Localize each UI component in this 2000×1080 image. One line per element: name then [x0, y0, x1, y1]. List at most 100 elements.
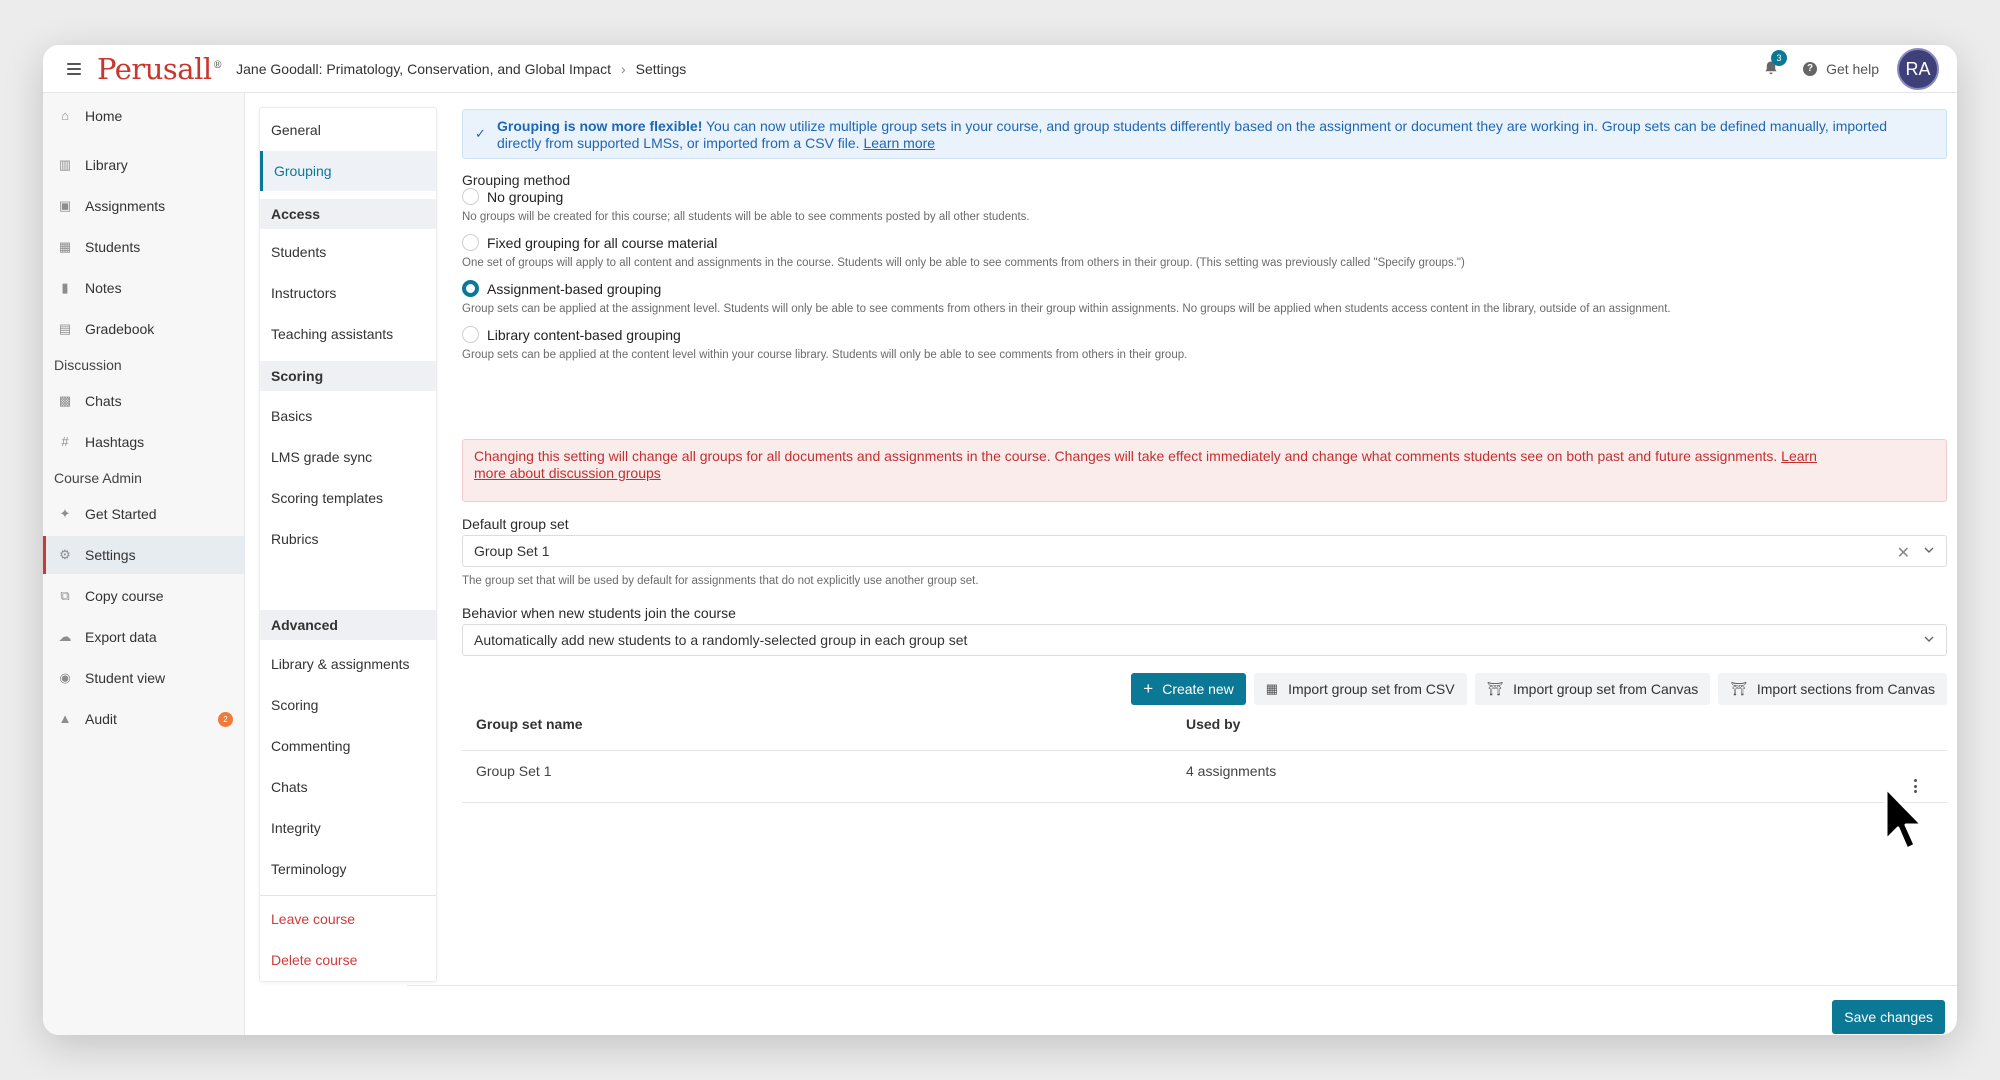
sidebar-item-label: Notes: [85, 280, 122, 296]
mouse-cursor-icon: [1884, 786, 1924, 851]
app-window: Perusall® Jane Goodall: Primatology, Con…: [43, 45, 1957, 1035]
radio-label: Assignment-based grouping: [487, 280, 662, 297]
section-discussion: Discussion: [54, 357, 122, 373]
clear-icon[interactable]: ✕: [1897, 543, 1910, 563]
option-description: Group sets can be applied at the content…: [462, 349, 1188, 361]
footer-divider: [407, 985, 1957, 986]
tab-students[interactable]: Students: [260, 232, 436, 272]
plus-icon: +: [1143, 679, 1154, 698]
top-header: Perusall® Jane Goodall: Primatology, Con…: [43, 45, 1957, 93]
tab-rubrics[interactable]: Rubrics: [260, 519, 436, 559]
tab-teaching-assistants[interactable]: Teaching assistants: [260, 314, 436, 354]
notification-count-badge: 3: [1771, 50, 1788, 66]
tab-chats[interactable]: Chats: [260, 767, 436, 807]
banner-learn-more-link[interactable]: Learn more: [863, 135, 935, 151]
sidebar-item-audit[interactable]: ▲ Audit 2: [43, 700, 245, 738]
sidebar-item-label: Gradebook: [85, 321, 155, 337]
library-icon: ▥: [58, 157, 72, 172]
tab-lms-grade-sync[interactable]: LMS grade sync: [260, 437, 436, 477]
sidebar-item-notes[interactable]: ▮ Notes: [43, 269, 245, 307]
import-canvas-button[interactable]: ⛩ Import group set from Canvas: [1474, 673, 1711, 705]
chevron-down-icon[interactable]: [1924, 545, 1934, 555]
radio-circle[interactable]: [462, 188, 479, 205]
radio-no-grouping[interactable]: No grouping: [462, 188, 563, 205]
group-set-actions: + Create new ▦ Import group set from CSV ⛩…: [1131, 673, 1947, 705]
radio-assignment-based-grouping[interactable]: Assignment-based grouping: [462, 280, 661, 297]
sidebar-item-student-view[interactable]: ◉ Student view: [43, 659, 245, 697]
radio-fixed-grouping[interactable]: Fixed grouping for all course material: [462, 234, 717, 251]
sidebar-item-label: Students: [85, 239, 141, 255]
perusall-logo[interactable]: Perusall®: [97, 52, 223, 86]
submenu-divider: [260, 895, 436, 896]
option-description: Group sets can be applied at the assignm…: [462, 303, 1671, 315]
sidebar-item-label: Get Started: [85, 506, 157, 522]
calendar-icon: ▣: [58, 198, 72, 213]
button-label: Import group set from Canvas: [1513, 681, 1699, 697]
section-course-admin: Course Admin: [54, 470, 142, 486]
import-sections-button[interactable]: ⛩ Import sections from Canvas: [1718, 673, 1947, 705]
sidebar-item-home[interactable]: ⌂ Home: [43, 97, 245, 135]
column-header-used-by[interactable]: Used by: [1186, 716, 1240, 732]
sidebar-item-chats[interactable]: ▩ Chats: [43, 382, 245, 420]
sidebar-item-label: Student view: [85, 670, 166, 686]
cloud-icon: ☁: [58, 629, 72, 644]
submenu-section-scoring: Scoring: [260, 361, 436, 391]
tab-library-assignments[interactable]: Library & assignments: [260, 644, 436, 684]
behavior-select[interactable]: Automatically add new students to a rand…: [462, 624, 1947, 656]
tab-integrity[interactable]: Integrity: [260, 808, 436, 848]
warning-icon: ▲: [58, 711, 72, 726]
radio-library-content-grouping[interactable]: Library content-based grouping: [462, 326, 681, 343]
radio-circle-selected[interactable]: [462, 280, 479, 297]
tab-scoring-templates[interactable]: Scoring templates: [260, 478, 436, 518]
tab-grouping[interactable]: Grouping: [260, 151, 436, 191]
tab-instructors[interactable]: Instructors: [260, 273, 436, 313]
settings-submenu: General Grouping Access Students Instruc…: [259, 107, 437, 982]
sidebar-item-settings[interactable]: ⚙ Settings: [43, 536, 245, 574]
banner-title: Grouping is now more flexible!: [497, 118, 703, 134]
column-header-name[interactable]: Group set name: [476, 716, 583, 732]
warning-learn-link[interactable]: Learn: [1781, 448, 1817, 464]
table-cell-name[interactable]: Group Set 1: [476, 763, 552, 779]
tab-commenting[interactable]: Commenting: [260, 726, 436, 766]
radio-label: Fixed grouping for all course material: [487, 234, 718, 251]
info-banner: ✓ Grouping is now more flexible! You can…: [462, 109, 1947, 159]
gear-icon: ⚙: [59, 547, 71, 562]
chevron-down-icon[interactable]: [1924, 634, 1934, 644]
sidebar-item-copy-course[interactable]: ⧉ Copy course: [43, 577, 245, 615]
sidebar-item-label: Settings: [85, 547, 136, 563]
warning-text: Changing this setting will change all gr…: [474, 448, 1782, 464]
get-help-link[interactable]: ? Get help: [1803, 61, 1879, 77]
default-group-set-label: Default group set: [462, 516, 569, 532]
banner-text: You can now utilize multiple group sets …: [497, 118, 1888, 151]
tab-scoring-advanced[interactable]: Scoring: [260, 685, 436, 725]
tab-general[interactable]: General: [260, 110, 436, 150]
default-group-set-select[interactable]: Group Set 1 ✕: [462, 535, 1947, 567]
copy-icon: ⧉: [60, 588, 70, 603]
notifications-bell-icon[interactable]: 3: [1763, 50, 1788, 78]
import-csv-button[interactable]: ▦ Import group set from CSV: [1253, 673, 1467, 705]
delete-course-link[interactable]: Delete course: [260, 940, 436, 980]
sidebar-item-assignments[interactable]: ▣ Assignments: [43, 187, 245, 225]
create-new-button[interactable]: + Create new: [1131, 673, 1246, 705]
radio-circle[interactable]: [462, 326, 479, 343]
hamburger-menu-icon[interactable]: [67, 62, 81, 75]
sidebar-item-hashtags[interactable]: # Hashtags: [43, 423, 245, 461]
leave-course-link[interactable]: Leave course: [260, 899, 436, 939]
warning-more-link[interactable]: more about discussion groups: [474, 465, 661, 481]
sidebar-item-gradebook[interactable]: ▤ Gradebook: [43, 310, 245, 348]
table-cell-used-by: 4 assignments: [1186, 763, 1277, 779]
question-icon: ?: [1803, 62, 1818, 76]
tab-basics[interactable]: Basics: [260, 396, 436, 436]
sidebar-item-export-data[interactable]: ☁ Export data: [43, 618, 245, 656]
save-changes-button[interactable]: Save changes: [1832, 1000, 1945, 1034]
sidebar-item-label: Export data: [85, 629, 157, 645]
sidebar-item-students[interactable]: ▦ Students: [43, 228, 245, 266]
warning-banner: Changing this setting will change all gr…: [462, 439, 1947, 502]
breadcrumb-course[interactable]: Jane Goodall: Primatology, Conservation,…: [236, 61, 611, 77]
user-avatar[interactable]: RA: [1897, 48, 1939, 90]
sidebar-item-get-started[interactable]: ✦ Get Started: [43, 495, 245, 533]
sidebar-item-library[interactable]: ▥ Library: [43, 146, 245, 184]
tab-terminology[interactable]: Terminology: [260, 849, 436, 889]
radio-circle[interactable]: [462, 234, 479, 251]
table-divider: [462, 802, 1947, 803]
